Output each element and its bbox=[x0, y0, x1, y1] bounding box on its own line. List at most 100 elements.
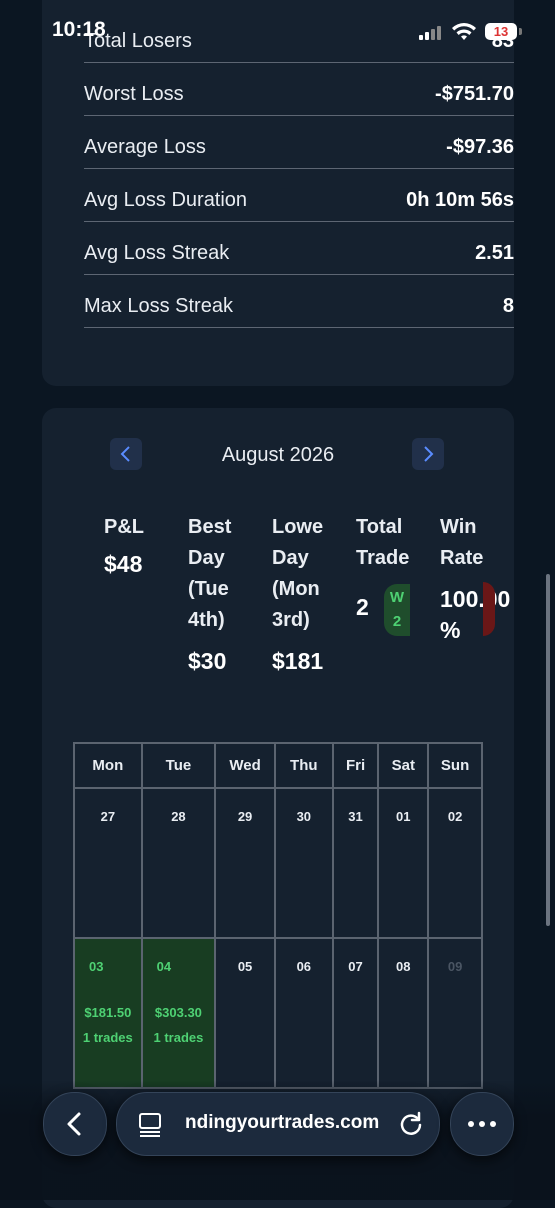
total-trades-label: Trade bbox=[356, 547, 410, 569]
weekday-mon: Mon bbox=[73, 742, 143, 789]
summary-win-rate: Win Rate 100.00 % bbox=[440, 512, 514, 646]
calendar-day[interactable]: 02 bbox=[427, 787, 483, 939]
day-pnl: $181.50 bbox=[84, 1005, 132, 1020]
pnl-value: $48 bbox=[104, 551, 143, 577]
win-rate-value: 100.00 bbox=[440, 586, 511, 612]
pnl-label: P&L bbox=[104, 516, 144, 538]
stat-avg-loss-streak: Avg Loss Streak 2.51 bbox=[84, 222, 514, 275]
calendar-day[interactable]: 05 bbox=[214, 937, 276, 1089]
chevron-right-icon bbox=[424, 446, 434, 462]
day-number: 30 bbox=[296, 809, 312, 824]
calendar-day[interactable]: 31 bbox=[331, 787, 380, 939]
week-row: 03 $181.50 1 trades 04 $303.30 1 trades … bbox=[73, 937, 483, 1089]
lowest-day-label: Lowe bbox=[272, 516, 324, 538]
stat-label: Avg Loss Duration bbox=[84, 189, 248, 211]
lowest-day-label: (Mon bbox=[272, 578, 320, 600]
battery-icon: 13 bbox=[485, 23, 517, 40]
chevron-left-icon bbox=[67, 1112, 81, 1136]
best-day-label: Day bbox=[188, 547, 225, 569]
win-rate-unit: % bbox=[440, 617, 461, 643]
weekday-wed: Wed bbox=[214, 742, 276, 789]
calendar-day[interactable]: 07 bbox=[331, 937, 380, 1089]
weekday-sat: Sat bbox=[377, 742, 430, 789]
day-number: 01 bbox=[396, 809, 411, 824]
calendar-day[interactable]: 06 bbox=[273, 937, 334, 1089]
scrollbar[interactable] bbox=[546, 574, 550, 926]
cellular-signal-icon bbox=[419, 26, 441, 40]
day-number: 27 bbox=[100, 809, 116, 824]
weekday-thu: Thu bbox=[273, 742, 334, 789]
lowest-day-label: 3rd) bbox=[272, 609, 310, 631]
calendar-day-with-trades[interactable]: 03 $181.50 1 trades bbox=[73, 937, 143, 1089]
stat-max-loss-streak: Max Loss Streak 8 bbox=[84, 275, 514, 328]
summary-pnl: P&L $48 bbox=[104, 512, 156, 580]
lowest-day-label: Day bbox=[272, 547, 309, 569]
day-number: 04 bbox=[156, 959, 172, 974]
stat-label: Avg Loss Streak bbox=[84, 242, 230, 264]
calendar-day[interactable]: 30 bbox=[273, 787, 334, 939]
win-rate-label: Win bbox=[440, 516, 477, 538]
calendar-day[interactable]: 08 bbox=[377, 937, 430, 1089]
stat-label: Average Loss bbox=[84, 136, 206, 158]
lowest-day-value: $181 bbox=[272, 648, 324, 674]
day-number: 03 bbox=[89, 959, 104, 974]
day-number: 29 bbox=[237, 809, 253, 824]
stat-value: -$751.70 bbox=[435, 83, 514, 105]
day-pnl: $303.30 bbox=[154, 1005, 202, 1020]
stat-value: 0h 10m 56s bbox=[406, 189, 514, 211]
calendar-grid: Mon Tue Wed Thu Fri Sat Sun 27 28 29 30 … bbox=[73, 742, 483, 1089]
calendar-day-with-trades[interactable]: 04 $303.30 1 trades bbox=[140, 937, 217, 1089]
ellipsis-icon bbox=[468, 1121, 496, 1127]
summary-lowest-day: Lowe Day (Mon 3rd) $181 bbox=[272, 512, 328, 677]
day-trade-count: 1 trades bbox=[82, 1030, 133, 1045]
win-rate-label: Rate bbox=[440, 547, 484, 569]
stat-worst-loss: Worst Loss -$751.70 bbox=[84, 63, 514, 116]
day-number: 28 bbox=[171, 809, 186, 824]
day-number: 07 bbox=[348, 959, 363, 974]
loss-rate-badge bbox=[483, 582, 495, 636]
address-bar[interactable]: ndingyourtrades.com bbox=[116, 1092, 440, 1156]
weekday-fri: Fri bbox=[331, 742, 380, 789]
calendar-day[interactable]: 01 bbox=[377, 787, 430, 939]
reload-icon[interactable] bbox=[397, 1110, 425, 1138]
day-number: 31 bbox=[348, 809, 363, 824]
win-badge-letter: W bbox=[389, 589, 405, 606]
day-number: 06 bbox=[296, 959, 312, 974]
weekday-sun: Sun bbox=[427, 742, 483, 789]
win-badge-count: 2 bbox=[392, 613, 402, 630]
calendar-day[interactable]: 28 bbox=[140, 787, 217, 939]
week-row: 27 28 29 30 31 01 02 bbox=[73, 787, 483, 939]
best-day-label: Best bbox=[188, 516, 232, 538]
day-number: 08 bbox=[396, 959, 411, 974]
back-button[interactable] bbox=[43, 1092, 107, 1156]
next-month-button[interactable] bbox=[412, 438, 444, 470]
calendar-day[interactable]: 29 bbox=[214, 787, 276, 939]
more-options-button[interactable] bbox=[450, 1092, 514, 1156]
url-text: ndingyourtrades.com bbox=[185, 1112, 380, 1133]
weekday-tue: Tue bbox=[140, 742, 217, 789]
tabs-icon bbox=[139, 1113, 161, 1137]
day-number: 05 bbox=[237, 959, 253, 974]
best-day-label: 4th) bbox=[188, 609, 225, 631]
summary-best-day: Best Day (Tue 4th) $30 bbox=[188, 512, 242, 677]
total-trades-label: Total bbox=[356, 516, 403, 538]
day-number: 02 bbox=[447, 809, 463, 824]
day-number: 09 bbox=[447, 959, 463, 974]
best-day-value: $30 bbox=[188, 648, 227, 674]
stat-label: Worst Loss bbox=[84, 83, 184, 105]
calendar-day-future[interactable]: 09 bbox=[427, 937, 483, 1089]
best-day-label: (Tue bbox=[188, 578, 229, 600]
stat-value: 2.51 bbox=[475, 242, 514, 264]
wifi-icon bbox=[452, 23, 476, 40]
day-trade-count: 1 trades bbox=[153, 1030, 204, 1045]
stat-value: -$97.36 bbox=[446, 136, 514, 158]
weekday-header-row: Mon Tue Wed Thu Fri Sat Sun bbox=[73, 742, 483, 789]
calendar-day[interactable]: 27 bbox=[73, 787, 143, 939]
status-bar: 10:18 13 bbox=[0, 0, 555, 58]
status-time: 10:18 bbox=[52, 18, 106, 41]
stat-average-loss: Average Loss -$97.36 bbox=[84, 116, 514, 169]
win-count-badge: W 2 bbox=[384, 584, 410, 636]
stat-avg-loss-duration: Avg Loss Duration 0h 10m 56s bbox=[84, 169, 514, 222]
stat-label: Max Loss Streak bbox=[84, 295, 233, 317]
stat-value: 8 bbox=[502, 295, 514, 317]
